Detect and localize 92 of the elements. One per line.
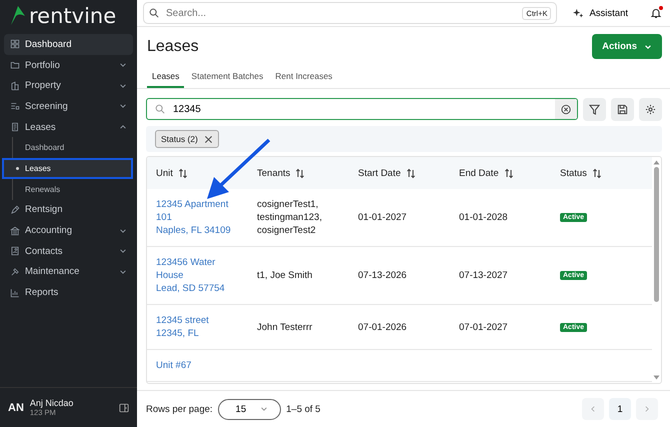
sidebar-item[interactable]: Accounting: [4, 220, 133, 241]
start-date-cell: 01-01-2027: [358, 212, 407, 223]
sidebar-item[interactable]: Screening: [4, 96, 133, 117]
chevron-icon: [119, 82, 127, 90]
sidebar-subitem[interactable]: Renewals: [13, 178, 133, 200]
bar-chart-icon: [10, 288, 20, 298]
bell-icon: [650, 7, 662, 19]
logo-text: rentvine: [29, 6, 116, 26]
chevron-left-icon: [589, 405, 597, 413]
column-header[interactable]: Status: [560, 168, 652, 178]
global-search-input[interactable]: Search...: [164, 6, 518, 20]
column-header[interactable]: Start Date: [358, 168, 459, 178]
building-icon: [10, 80, 20, 91]
notification-button[interactable]: [650, 7, 662, 19]
pen-icon: [10, 204, 20, 215]
close-icon: [561, 104, 571, 114]
tab[interactable]: Rent Increases: [270, 65, 338, 88]
close-icon[interactable]: [204, 134, 213, 144]
leaf-logo-icon: [10, 4, 26, 26]
grid-icon: [10, 39, 20, 50]
column-header[interactable]: End Date: [459, 168, 560, 178]
unit-link[interactable]: 123456 Water House Lead, SD 57754: [156, 256, 225, 295]
rows-per-page-label: Rows per page:: [146, 404, 213, 414]
end-date-cell: 07-13-2027: [459, 270, 508, 281]
unit-link[interactable]: 12345 street 12345, FL: [156, 314, 209, 340]
settings-button[interactable]: [639, 98, 662, 121]
sidebar-item[interactable]: Dashboard: [4, 34, 133, 55]
filter-chip-label: Status (2): [161, 134, 198, 144]
sidebar-item[interactable]: Reports: [4, 282, 133, 303]
actions-button[interactable]: Actions: [592, 34, 662, 59]
chevron-icon: [644, 42, 652, 50]
user-initials: AN: [8, 402, 24, 414]
sidebar-item[interactable]: Property: [4, 75, 133, 96]
tenants-cell: t1, Joe Smith: [257, 269, 312, 282]
page-button[interactable]: 1: [609, 398, 631, 420]
page-range: 1–5 of 5: [286, 404, 320, 414]
lease-search-field[interactable]: 12345: [146, 98, 578, 120]
sidebar-item[interactable]: Rentsign: [4, 200, 133, 220]
assistant-button[interactable]: Assistant: [567, 6, 634, 20]
chevron-icon: [119, 226, 127, 235]
contact-card-icon: [10, 246, 20, 256]
chevron-right-icon: [643, 405, 651, 413]
tab[interactable]: Leases: [147, 65, 184, 88]
filter-chip[interactable]: Status (2): [155, 130, 219, 148]
page-title: Leases: [147, 38, 199, 56]
save-button[interactable]: [611, 98, 634, 121]
sidebar-toggle-icon[interactable]: [119, 402, 129, 412]
gear-icon: [645, 104, 656, 115]
sparkle-icon: [573, 8, 584, 18]
clear-button[interactable]: [555, 99, 577, 119]
chevron-icon: [119, 61, 127, 70]
sort-icon: [295, 168, 306, 178]
sort-icon: [592, 168, 602, 178]
chevron-icon: [119, 123, 127, 132]
chevron-icon: [119, 102, 127, 110]
user-name: Anj Nicdao: [30, 398, 74, 408]
chevron-icon: [119, 247, 127, 256]
column-header[interactable]: Unit: [156, 168, 257, 178]
sidebar-subitem[interactable]: Leases: [2, 158, 133, 179]
unit-link[interactable]: Unit #67: [156, 359, 192, 372]
chevron-icon: [260, 405, 268, 413]
scroll-down-icon[interactable]: [653, 375, 660, 380]
bank-icon: [10, 226, 20, 236]
end-date-cell: 01-01-2028: [459, 212, 508, 223]
tenants-cell: cosignerTest1, testingman123, cosignerTest2: [257, 198, 322, 237]
sort-icon: [504, 168, 514, 178]
sidebar-item[interactable]: Contacts: [4, 240, 133, 262]
sidebar-item[interactable]: Maintenance: [4, 262, 133, 282]
document-icon: [10, 122, 20, 132]
scroll-up-icon[interactable]: [653, 160, 660, 165]
sort-icon: [178, 168, 188, 178]
end-date-cell: 07-01-2027: [459, 322, 508, 332]
chevron-icon: [119, 268, 127, 276]
search-icon: [155, 104, 165, 114]
start-date-cell: 07-01-2026: [358, 322, 407, 332]
sidebar-item[interactable]: Portfolio: [4, 54, 133, 76]
folder-icon: [10, 60, 20, 70]
start-date-cell: 07-13-2026: [358, 270, 407, 281]
tenants-cell: John Testerrr: [257, 320, 312, 334]
tab[interactable]: Statement Batches: [186, 65, 268, 88]
sidebar-item[interactable]: Leases: [4, 116, 133, 138]
search-icon: [149, 8, 159, 18]
sidebar-subitem[interactable]: Dashboard: [13, 137, 133, 158]
funnel-icon: [589, 104, 600, 115]
unread-dot: [659, 6, 663, 10]
rows-per-page-select[interactable]: 15: [218, 398, 282, 420]
column-header[interactable]: Tenants: [257, 168, 358, 178]
filter-button[interactable]: [583, 98, 606, 121]
unit-link[interactable]: 12345 Apartment 101 Naples, FL 34109: [156, 198, 231, 237]
sort-icon: [406, 168, 416, 178]
lease-search-input[interactable]: 12345: [171, 102, 549, 116]
list-icon: [10, 101, 20, 112]
